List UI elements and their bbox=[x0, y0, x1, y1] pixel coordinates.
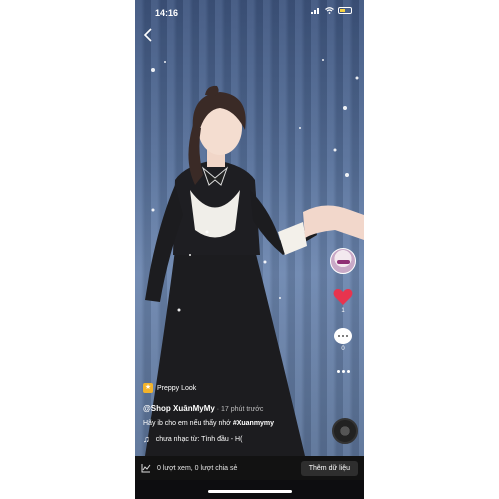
side-actions: 1 0 bbox=[328, 248, 358, 373]
home-indicator bbox=[208, 490, 292, 493]
analytics-icon bbox=[141, 464, 151, 473]
caption-text: Hãy ib cho em nếu thấy nhớ bbox=[143, 420, 233, 427]
tag-label: Preppy Look bbox=[157, 384, 197, 392]
more-options-icon[interactable] bbox=[336, 370, 350, 373]
battery-icon bbox=[338, 7, 352, 14]
effect-tag[interactable]: ★ Preppy Look bbox=[143, 383, 196, 393]
heart-icon bbox=[333, 288, 353, 305]
bookmark-icon: ★ bbox=[143, 383, 153, 393]
back-button[interactable] bbox=[143, 28, 163, 48]
signal-icon bbox=[311, 8, 319, 14]
like-count: 1 bbox=[341, 308, 345, 314]
status-time: 14:16 bbox=[155, 8, 179, 18]
hair-bun bbox=[205, 85, 219, 96]
add-data-button[interactable]: Thêm dữ liệu bbox=[300, 460, 358, 476]
author-handle[interactable]: @Shop XuânMyMy bbox=[143, 404, 215, 413]
comment-icon bbox=[334, 328, 352, 344]
avatar[interactable] bbox=[330, 248, 356, 274]
music-note-icon: ♫ bbox=[143, 434, 150, 444]
phone-screen: 14:16 1 0 ★ Preppy Look @Shop XuânMyMy ·… bbox=[135, 0, 364, 499]
system-icons bbox=[311, 7, 352, 14]
hashtag-link[interactable]: #Xuanmymy bbox=[233, 420, 274, 427]
like-button[interactable]: 1 bbox=[333, 288, 353, 314]
post-author-line: @Shop XuânMyMy · 17 phút trước bbox=[143, 404, 263, 413]
comment-button[interactable]: 0 bbox=[334, 328, 352, 352]
music-title: chưa nhạc từ: Tình đầu - H( bbox=[155, 435, 243, 443]
bottom-bar: 0 lượt xem, 0 lượt chia sẻ Thêm dữ liệu bbox=[135, 456, 364, 480]
view-share-stats: 0 lượt xem, 0 lượt chia sẻ bbox=[157, 464, 238, 472]
chevron-left-icon bbox=[143, 28, 152, 42]
wifi-icon bbox=[325, 7, 334, 14]
comment-count: 0 bbox=[341, 346, 345, 352]
post-caption: Hãy ib cho em nếu thấy nhớ #Xuanmymy bbox=[143, 420, 274, 427]
music-disc-icon[interactable] bbox=[332, 418, 358, 444]
status-bar: 14:16 bbox=[135, 0, 364, 26]
post-time: · 17 phút trước bbox=[214, 406, 264, 413]
music-info[interactable]: ♫ chưa nhạc từ: Tình đầu - H( bbox=[143, 434, 242, 444]
